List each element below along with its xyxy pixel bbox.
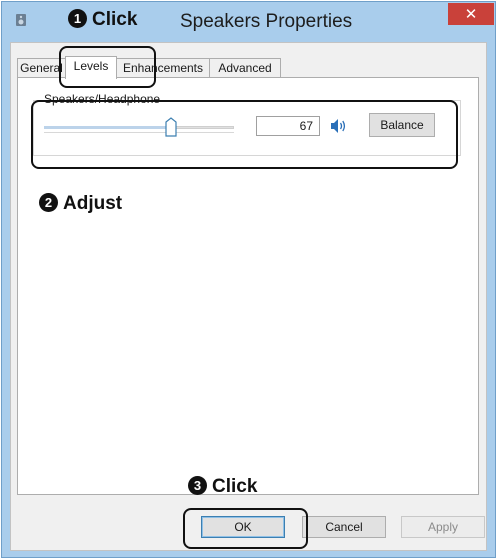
apply-button: Apply bbox=[401, 516, 485, 538]
callout-text-2: Adjust bbox=[63, 193, 123, 214]
callout-step-1: 1 Click bbox=[68, 9, 137, 31]
callout-text-3: Click bbox=[212, 476, 258, 497]
callout-step-2: 2 Adjust bbox=[39, 193, 122, 215]
speaker-app-icon bbox=[16, 14, 26, 26]
callout-text-1: Click bbox=[92, 9, 138, 30]
tab-advanced[interactable]: Advanced bbox=[209, 58, 281, 78]
callout-box-levels-group bbox=[31, 100, 458, 169]
callout-number-2: 2 bbox=[39, 193, 58, 212]
callout-number-1: 1 bbox=[68, 9, 87, 28]
callout-step-3: 3 Click bbox=[188, 476, 257, 498]
close-icon: ✕ bbox=[464, 5, 478, 23]
window-title: Speakers Properties bbox=[180, 11, 353, 32]
close-button[interactable]: ✕ bbox=[448, 3, 494, 25]
callout-box-ok-button bbox=[183, 508, 308, 549]
cancel-button[interactable]: Cancel bbox=[302, 516, 386, 538]
callout-number-3: 3 bbox=[188, 476, 207, 495]
tab-levels[interactable]: Levels bbox=[65, 56, 117, 79]
